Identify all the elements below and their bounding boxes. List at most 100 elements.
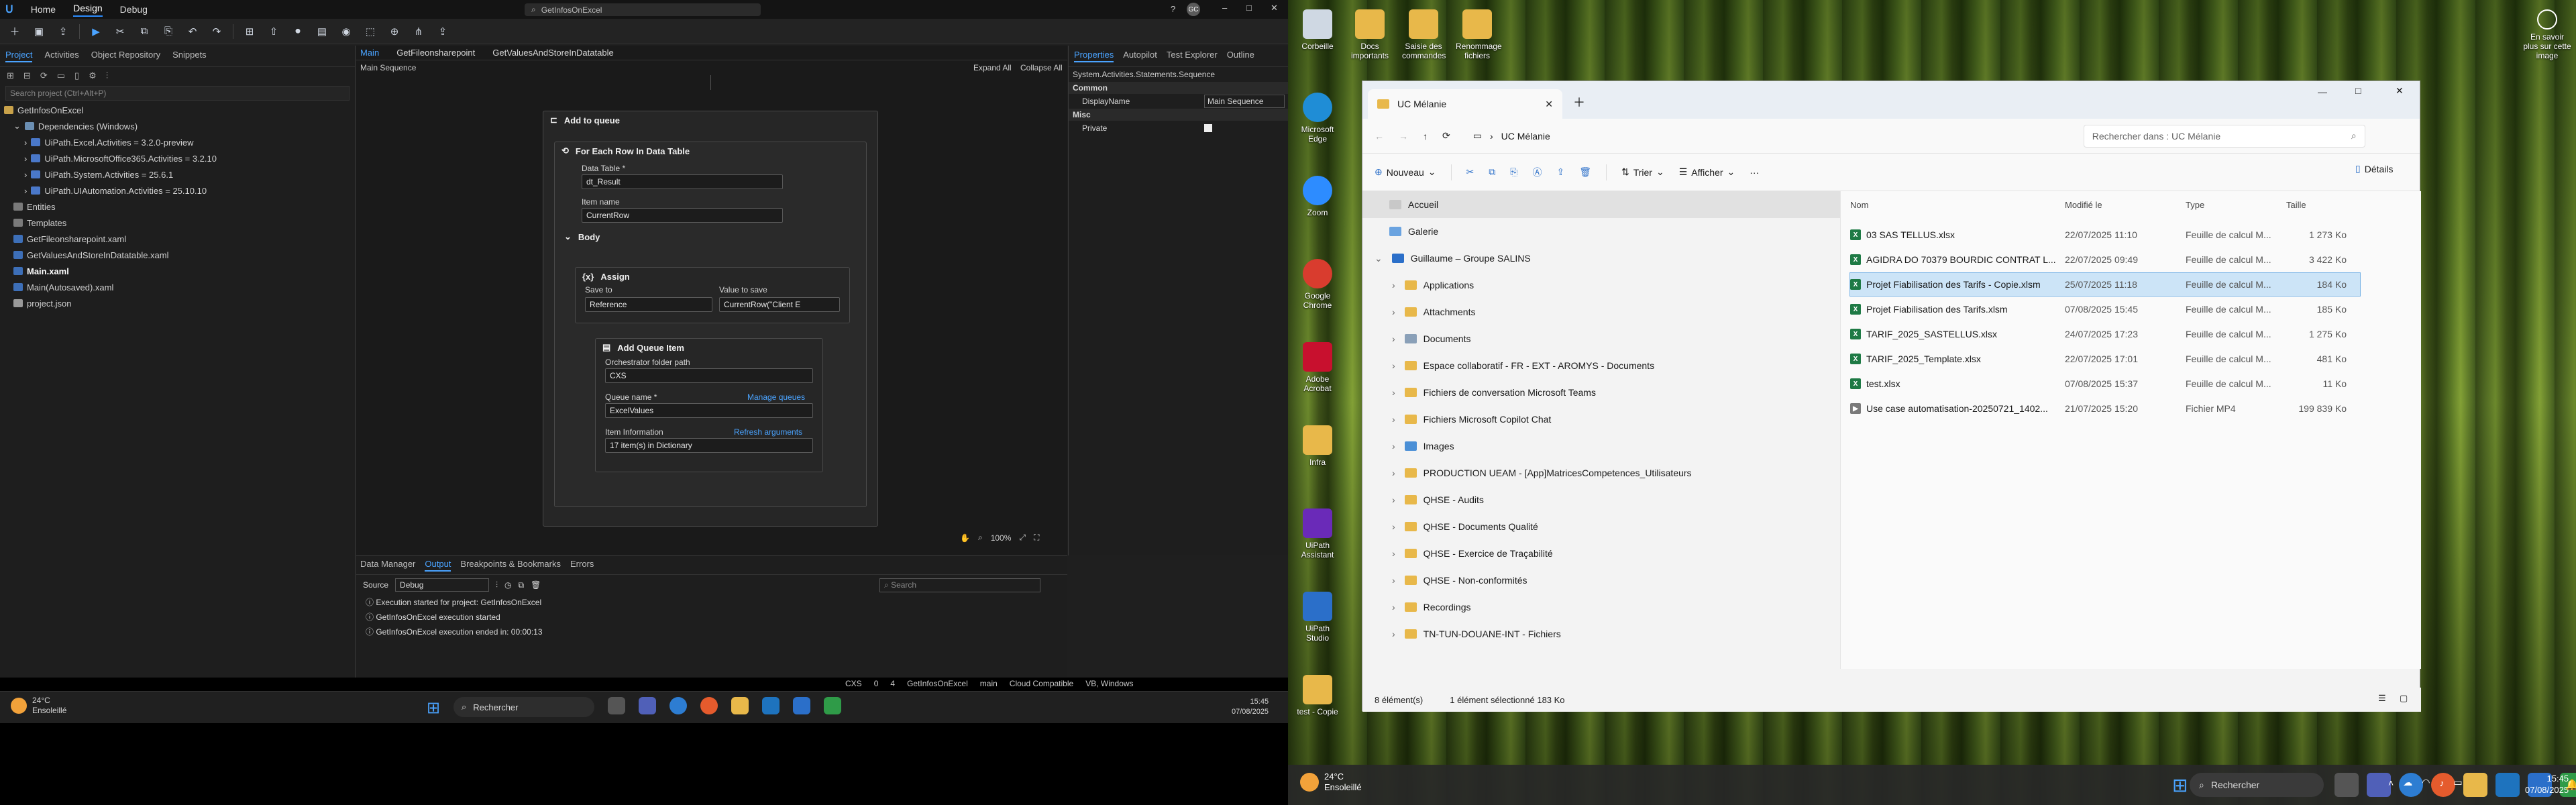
tiles-view-icon[interactable]: ▢ [2400,693,2408,704]
file-icon[interactable]: ▭ [57,70,65,81]
analyze-icon[interactable]: ⋔ [411,25,427,38]
publish-icon[interactable]: ⇧ [266,25,282,38]
file-row[interactable]: ▶ Use case automatisation-20250721_1402..… [1850,397,2360,420]
tree-entities[interactable]: Entities [4,199,355,215]
sequence-add-to-queue[interactable]: ⊏ Add to queue ⟲ For Each Row In Data Tabl… [543,111,878,527]
taskbar-search[interactable]: ⌕ Rechercher [453,697,594,717]
nav-item[interactable]: Galerie [1362,218,1840,245]
close-tab-icon[interactable]: ✕ [1545,99,1553,110]
delete-icon[interactable]: 🗑 [1579,166,1591,178]
export-icon[interactable]: ⇪ [55,25,71,38]
copy-icon[interactable]: ⧉ [136,25,152,38]
folder-icon[interactable]: ▯ [74,70,79,81]
status-orchestrator[interactable]: CXS [845,679,862,688]
desktop-icon-renommage[interactable]: Renommage fichiers [1456,9,1502,60]
desktop-icon-saisie[interactable]: Saisie des commandes [1402,9,1446,60]
nav-item[interactable]: ⌄ Guillaume – Groupe SALINS [1362,245,1840,272]
ui-explorer-icon[interactable]: ◉ [338,25,354,38]
minimize-icon[interactable]: – [1222,3,1227,13]
status-branch[interactable]: main [980,679,998,688]
details-view-icon[interactable]: ☰ [2378,693,2386,704]
new-tab-icon[interactable]: ＋ [1573,93,1585,111]
nav-item[interactable]: › Fichiers Microsoft Copilot Chat [1362,406,1840,433]
status-cloud[interactable]: Cloud Compatible [1010,679,1073,688]
new-button[interactable]: ⊕ Nouveau ⌄ [1375,166,1436,178]
spotlight-info[interactable]: En savoir plus sur cette image [2522,9,2572,60]
nav-item[interactable]: › PRODUCTION UEAM - [App]MatricesCompeten… [1362,460,1840,486]
tree-dep-uiautomation[interactable]: › UiPath.UIAutomation.Activities = 25.10.… [4,182,355,199]
studio-search-box[interactable]: ⌕ GetInfosOnExcel [525,3,761,16]
weather-widget[interactable]: 24°C Ensoleillé [1300,771,1362,793]
copilot-icon[interactable] [700,697,718,714]
nav-item[interactable]: › Espace collaboratif - FR - EXT - AROMYS… [1362,352,1840,379]
status-errors[interactable]: 0 [874,679,879,688]
desktop-icon-docs[interactable]: Docs importants [1348,9,1391,60]
chevron-right-icon[interactable]: › [1392,602,1395,612]
undo-icon[interactable]: ↶ [184,25,201,38]
variables-icon[interactable]: ⊕ [386,25,402,38]
paste-icon[interactable]: ⎘ [1510,166,1517,178]
more-options-icon[interactable]: ··· [1750,167,1759,178]
taskbar-clock[interactable]: 15:45 07/08/2025 [2525,773,2569,796]
refresh-arguments-link[interactable]: Refresh arguments [734,427,802,437]
task-view-icon[interactable] [608,697,625,714]
minimize-icon[interactable]: — [2318,87,2327,97]
chevron-right-icon[interactable]: › [1392,387,1395,398]
nav-item[interactable]: › Images [1362,433,1840,460]
status-project[interactable]: GetInfosOnExcel [907,679,968,688]
share-icon[interactable]: ⇪ [1556,166,1564,178]
source-select[interactable]: Debug [395,578,490,592]
desktop-icon-edge[interactable]: Microsoft Edge [1296,93,1339,144]
taskbar-clock[interactable]: 15:45 07/08/2025 [1232,697,1269,717]
chevron-up-icon[interactable]: ˄ [2388,777,2394,788]
clock-icon[interactable]: ◷ [504,580,511,590]
volume-icon[interactable]: ♪ [2439,777,2444,788]
nav-item[interactable]: › Attachments [1362,299,1840,325]
tree-file-main-autosaved[interactable]: Main(Autosaved).xaml [4,279,355,295]
run-icon[interactable]: ▶ [88,25,104,38]
file-row[interactable]: X 03 SAS TELLUS.xlsx 22/07/2025 11:10 Feuil… [1850,223,2360,246]
output-search-input[interactable]: ⌕ Search [879,578,1040,592]
chevron-right-icon[interactable]: › [1392,441,1395,451]
file-row[interactable]: X AGIDRA DO 70379 BOURDIC CONTRAT L... 22/… [1850,248,2360,271]
tree-file-getvalues[interactable]: GetValuesAndStoreInDatatable.xaml [4,247,355,263]
refresh-icon[interactable]: ⟳ [1442,130,1450,142]
weather-widget[interactable]: 24°C Ensoleillé [11,696,66,716]
teams-icon[interactable] [639,697,656,714]
filter-icon[interactable]: ⫶ [496,580,498,590]
nav-item[interactable]: › Fichiers de conversation Microsoft Team… [1362,379,1840,406]
screen-scraping-icon[interactable]: ▤ [314,25,330,38]
avatar[interactable]: GC [1187,3,1200,16]
cut-icon[interactable]: ✂ [112,25,128,38]
close-icon[interactable]: ✕ [2396,85,2404,97]
properties-category-misc[interactable]: Misc [1069,109,1288,121]
file-row[interactable]: X TARIF_2025_Template.xlsx 22/07/2025 17:0… [1850,347,2360,370]
tree-dep-office365[interactable]: › UiPath.MicrosoftOffice365.Activities = … [4,150,355,166]
copy-icon[interactable]: ⧉ [1489,166,1495,178]
task-view-icon[interactable] [2334,773,2359,797]
chevron-right-icon[interactable]: › [1392,307,1395,317]
view-button[interactable]: ☰ Afficher ⌄ [1679,166,1735,178]
chevron-right-icon[interactable]: › [1392,629,1395,639]
help-icon[interactable]: ? [1171,4,1175,14]
nav-item[interactable]: › Documents [1362,325,1840,352]
manage-queues-link[interactable]: Manage queues [747,392,805,402]
status-warnings[interactable]: 4 [890,679,895,688]
notification-icon[interactable]: 🔔 [2565,778,2576,792]
save-icon[interactable]: ▣ [31,25,47,38]
tab-object-repository[interactable]: Object Repository [91,50,160,62]
tree-project-root[interactable]: GetInfosOnExcel [4,102,355,118]
publish-upload-icon[interactable]: ⇪ [435,25,451,38]
zoom-icon[interactable]: ⌕ [978,533,983,543]
copy-icon[interactable]: ⧉ [519,580,525,590]
forward-icon[interactable]: → [1399,131,1408,142]
outlook-icon[interactable] [2496,773,2520,797]
desktop-icon-uipath-assistant[interactable]: UiPath Assistant [1296,508,1339,559]
paste-icon[interactable]: ⎘ [160,25,176,38]
details-button[interactable]: ▯ Détails [2355,163,2394,174]
nav-item[interactable]: › QHSE - Documents Qualité [1362,513,1840,540]
tree-file-main[interactable]: Main.xaml [4,263,355,279]
data-table-field[interactable]: dt_Result [582,174,783,189]
desktop-icon-acrobat[interactable]: Adobe Acrobat [1296,342,1339,393]
refresh-icon[interactable]: ⟳ [40,70,48,81]
